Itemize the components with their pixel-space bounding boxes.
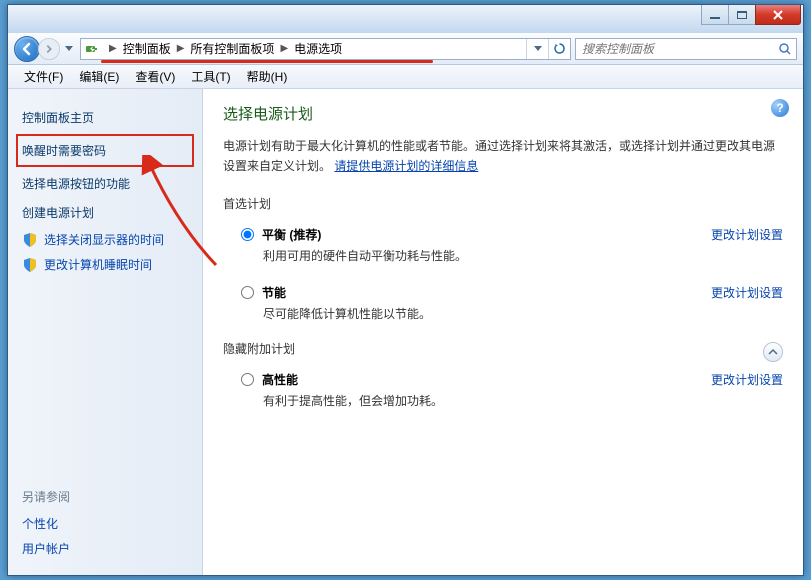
menubar: 文件(F) 编辑(E) 查看(V) 工具(T) 帮助(H) xyxy=(8,65,803,89)
main-panel: ? 选择电源计划 电源计划有助于最大化计算机的性能或者节能。通过选择计划来将其激… xyxy=(203,89,803,575)
sidebar-personalize[interactable]: 个性化 xyxy=(22,511,188,536)
menu-file[interactable]: 文件(F) xyxy=(16,68,71,85)
chevron-right-icon: ▶ xyxy=(276,43,292,54)
annotation-underline xyxy=(101,60,433,63)
plan-name: 平衡 (推荐) xyxy=(262,226,321,243)
page-description: 电源计划有助于最大化计算机的性能或者节能。通过选择计划来将其激活，或选择计划并通… xyxy=(223,136,783,177)
menu-edit[interactable]: 编辑(E) xyxy=(71,68,127,85)
titlebar xyxy=(8,5,803,33)
chevron-down-icon xyxy=(534,46,542,52)
chevron-right-icon: ▶ xyxy=(105,43,121,54)
search-icon xyxy=(778,42,792,56)
plan-name: 高性能 xyxy=(262,371,298,388)
arrow-right-icon xyxy=(44,43,54,53)
shield-icon xyxy=(22,257,38,273)
collapse-button[interactable] xyxy=(763,342,783,362)
menu-tools[interactable]: 工具(T) xyxy=(183,68,238,85)
minimize-button[interactable] xyxy=(701,5,729,25)
nav-history-button[interactable] xyxy=(62,37,76,61)
plan-saver-radio[interactable] xyxy=(241,286,254,299)
address-dropdown-button[interactable] xyxy=(526,39,548,59)
content: 控制面板主页 唤醒时需要密码 选择电源按钮的功能 创建电源计划 选择关闭显示器的… xyxy=(8,89,803,575)
menu-view[interactable]: 查看(V) xyxy=(127,68,183,85)
maximize-button[interactable] xyxy=(728,5,756,25)
plan-desc: 尽可能降低计算机性能以节能。 xyxy=(241,301,783,322)
page-title: 选择电源计划 xyxy=(223,103,783,124)
sidebar-home[interactable]: 控制面板主页 xyxy=(22,103,188,132)
sidebar-display-off[interactable]: 选择关闭显示器的时间 xyxy=(8,227,202,252)
sidebar-sleep-time[interactable]: 更改计算机睡眠时间 xyxy=(8,252,202,277)
plan-high-performance: 高性能 更改计划设置 有利于提高性能，但会增加功耗。 xyxy=(223,365,783,423)
change-plan-link[interactable]: 更改计划设置 xyxy=(711,371,783,388)
plan-high-radio[interactable] xyxy=(241,373,254,386)
help-button[interactable]: ? xyxy=(771,99,789,117)
plan-balanced: 平衡 (推荐) 更改计划设置 利用可用的硬件自动平衡功耗与性能。 xyxy=(223,220,783,278)
sidebar-user-accounts[interactable]: 用户帐户 xyxy=(22,536,188,561)
close-icon xyxy=(772,9,784,21)
sidebar-power-button[interactable]: 选择电源按钮的功能 xyxy=(22,169,188,198)
sidebar: 控制面板主页 唤醒时需要密码 选择电源按钮的功能 创建电源计划 选择关闭显示器的… xyxy=(8,89,203,575)
plan-desc: 有利于提高性能，但会增加功耗。 xyxy=(241,388,783,409)
breadcrumb-item[interactable]: 电源选项 xyxy=(292,40,344,57)
sidebar-item-label: 更改计算机睡眠时间 xyxy=(44,256,152,273)
breadcrumb-item[interactable]: 控制面板 xyxy=(121,40,173,57)
hidden-plans-heading: 隐藏附加计划 xyxy=(223,340,295,357)
close-button[interactable] xyxy=(755,5,801,25)
plan-saver: 节能 更改计划设置 尽可能降低计算机性能以节能。 xyxy=(223,278,783,336)
menu-help[interactable]: 帮助(H) xyxy=(239,68,296,85)
window: ▶ 控制面板 ▶ 所有控制面板项 ▶ 电源选项 文件(F) 编辑(E) 查看(V… xyxy=(7,4,804,576)
see-also-heading: 另请参阅 xyxy=(22,482,188,511)
change-plan-link[interactable]: 更改计划设置 xyxy=(711,284,783,301)
plan-desc: 利用可用的硬件自动平衡功耗与性能。 xyxy=(241,243,783,264)
preferred-plans-heading: 首选计划 xyxy=(223,195,783,212)
search-input[interactable] xyxy=(576,42,774,56)
nav-forward-button[interactable] xyxy=(38,37,60,59)
question-icon: ? xyxy=(776,101,783,115)
see-also: 另请参阅 个性化 用户帐户 xyxy=(8,482,202,575)
details-link[interactable]: 请提供电源计划的详细信息 xyxy=(334,159,478,173)
navbar: ▶ 控制面板 ▶ 所有控制面板项 ▶ 电源选项 xyxy=(8,33,803,65)
sidebar-create-plan[interactable]: 创建电源计划 xyxy=(22,198,188,227)
refresh-button[interactable] xyxy=(548,39,570,59)
refresh-icon xyxy=(553,42,566,55)
nav-back-button[interactable] xyxy=(14,36,40,62)
breadcrumb-item[interactable]: 所有控制面板项 xyxy=(188,40,276,57)
arrow-left-icon xyxy=(20,42,34,56)
plan-name: 节能 xyxy=(262,284,286,301)
search-button[interactable] xyxy=(774,42,796,56)
search-box[interactable] xyxy=(575,38,797,60)
chevron-right-icon: ▶ xyxy=(173,43,189,54)
battery-plug-icon xyxy=(85,41,101,57)
sidebar-item-label: 选择关闭显示器的时间 xyxy=(44,231,164,248)
chevron-down-icon xyxy=(65,46,73,52)
sidebar-require-password[interactable]: 唤醒时需要密码 xyxy=(16,134,194,167)
plan-balanced-radio[interactable] xyxy=(241,228,254,241)
chevron-up-icon xyxy=(768,348,778,356)
address-bar[interactable]: ▶ 控制面板 ▶ 所有控制面板项 ▶ 电源选项 xyxy=(80,38,571,60)
shield-icon xyxy=(22,232,38,248)
change-plan-link[interactable]: 更改计划设置 xyxy=(711,226,783,243)
